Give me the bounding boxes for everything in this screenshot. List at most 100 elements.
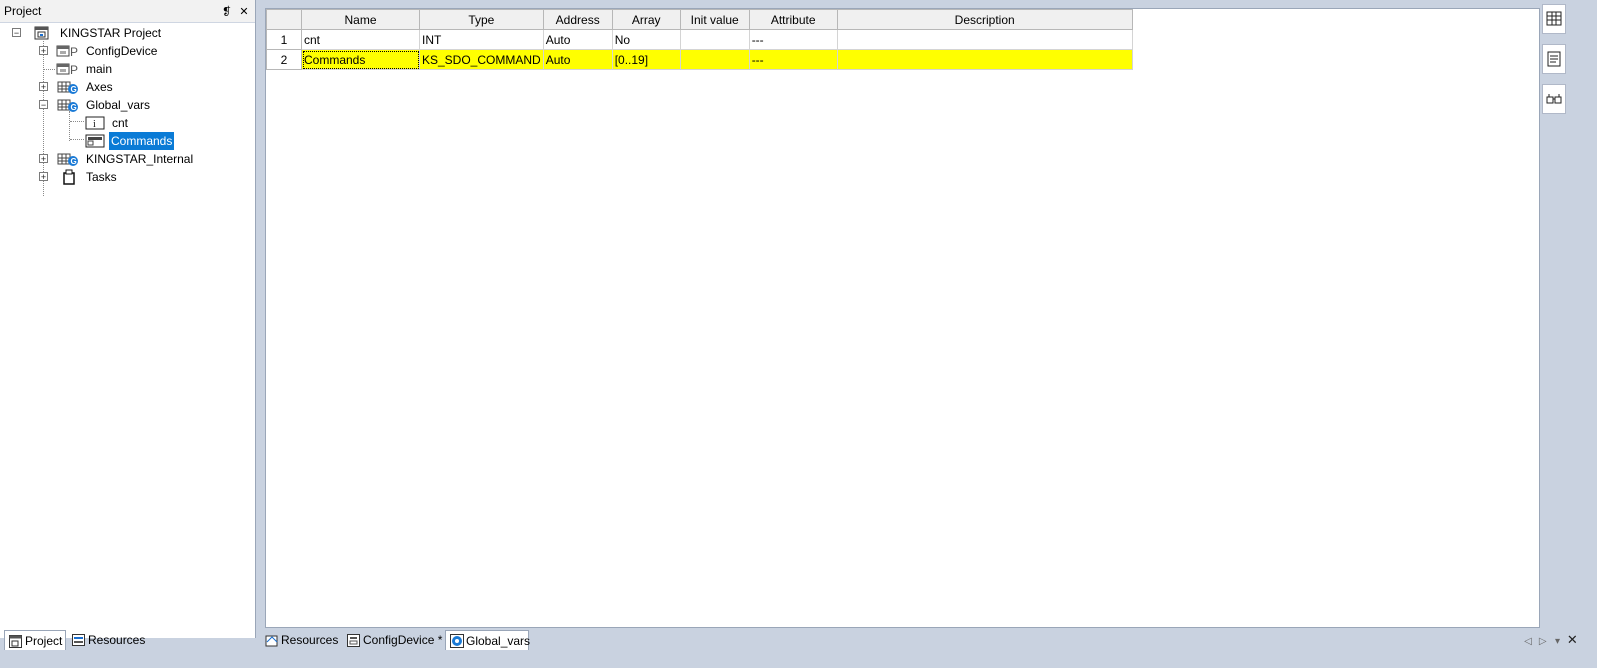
- svg-text:P: P: [70, 63, 78, 76]
- doc-tab-resources[interactable]: Resources: [261, 630, 341, 650]
- global-vars-icon: G: [57, 151, 78, 166]
- next-tab-icon[interactable]: ▷: [1537, 636, 1549, 647]
- tab-list-icon[interactable]: ▾: [1552, 636, 1564, 647]
- type-cell[interactable]: KS_SDO_COMMAND: [419, 49, 544, 70]
- expand-icon[interactable]: +: [39, 82, 48, 92]
- project-panel: Project ❡ ✕ − KINGSTAR Project + P Confi…: [0, 0, 256, 638]
- svg-text:i: i: [93, 119, 96, 130]
- tab-label: ConfigDevice *: [363, 633, 443, 647]
- tree-item-label: Commands: [109, 132, 175, 150]
- tab-project[interactable]: Project: [4, 630, 66, 650]
- tree-item-label: cnt: [112, 116, 129, 130]
- resources-icon: [72, 633, 85, 646]
- variable-editor: Name Type Address Array Init value Attri…: [265, 8, 1540, 628]
- tab-label: Global_vars: [466, 634, 531, 648]
- tab-label: Resources: [88, 633, 146, 647]
- tab-label: Resources: [281, 633, 339, 647]
- tree-item-commands[interactable]: Commands: [0, 132, 250, 150]
- tree-item-label: main: [86, 62, 113, 76]
- program-icon: [347, 633, 360, 647]
- text-view-icon: [1547, 51, 1561, 67]
- svg-text:G: G: [71, 157, 77, 166]
- tab-label: Project: [25, 634, 63, 648]
- tree-item-label: Axes: [86, 80, 113, 94]
- project-icon: [9, 634, 22, 648]
- array-cell[interactable]: [0..19]: [611, 49, 681, 70]
- int-var-icon: i: [85, 116, 105, 130]
- tree-item-label: Global_vars: [86, 98, 151, 112]
- address-cell[interactable]: Auto: [542, 49, 613, 70]
- right-toolbar: [1542, 0, 1568, 128]
- collapse-icon[interactable]: −: [12, 28, 21, 38]
- pin-icon[interactable]: ❡: [220, 1, 234, 23]
- column-header-name[interactable]: Name: [301, 9, 420, 30]
- column-header-array[interactable]: Array: [611, 9, 681, 30]
- svg-text:G: G: [71, 85, 77, 94]
- name-cell[interactable]: Commands: [301, 49, 420, 70]
- grid-view-button[interactable]: [1542, 4, 1566, 34]
- tree-item-tasks[interactable]: + Tasks: [0, 168, 250, 186]
- column-header-attribute[interactable]: Attribute: [748, 9, 838, 30]
- init-value-cell[interactable]: [679, 49, 750, 70]
- row-number-header: [266, 9, 302, 30]
- address-cell[interactable]: Auto: [542, 29, 613, 50]
- struct-var-icon: [85, 134, 105, 148]
- close-icon[interactable]: ✕: [237, 1, 251, 23]
- resources-icon: [265, 633, 278, 647]
- column-header-address[interactable]: Address: [542, 9, 613, 30]
- grid-view-icon: [1546, 11, 1562, 26]
- description-cell[interactable]: [836, 49, 1133, 70]
- row-number[interactable]: 1: [266, 29, 302, 50]
- table-header-row: Name Type Address Array Init value Attri…: [266, 9, 1133, 30]
- column-header-description[interactable]: Description: [836, 9, 1133, 30]
- tree-item-cnt[interactable]: i cnt: [0, 114, 250, 132]
- svg-text:G: G: [71, 103, 77, 112]
- array-cell[interactable]: No: [611, 29, 681, 50]
- program-icon: P: [56, 44, 78, 59]
- expand-icon[interactable]: +: [39, 154, 48, 164]
- expand-icon[interactable]: +: [39, 172, 48, 182]
- tree-item-label: ConfigDevice: [86, 44, 158, 58]
- svg-text:P: P: [70, 45, 78, 58]
- type-cell[interactable]: INT: [419, 29, 544, 50]
- description-cell[interactable]: [836, 29, 1133, 50]
- tree-item-kingstar-project[interactable]: − KINGSTAR Project: [0, 24, 250, 42]
- tree-item-global-vars[interactable]: − G Global_vars: [0, 96, 250, 114]
- tree-item-label: Tasks: [86, 170, 117, 184]
- row-number[interactable]: 2: [266, 49, 302, 70]
- project-panel-title: Project: [4, 4, 42, 18]
- tasks-icon: [62, 169, 80, 185]
- watch-button[interactable]: [1542, 84, 1566, 114]
- expand-icon[interactable]: +: [39, 46, 48, 56]
- table-row-selected[interactable]: 2 Commands KS_SDO_COMMAND Auto [0..19] -…: [266, 49, 1133, 70]
- binoculars-icon: [1546, 94, 1562, 104]
- tree-item-main[interactable]: P main: [0, 60, 250, 78]
- tab-resources[interactable]: Resources: [68, 630, 148, 650]
- tree-item-kingstar-internal[interactable]: + G KINGSTAR_Internal: [0, 150, 250, 168]
- table-row[interactable]: 1 cnt INT Auto No ---: [266, 29, 1133, 50]
- program-icon: P: [56, 62, 78, 77]
- close-document-icon[interactable]: ✕: [1566, 632, 1578, 648]
- global-vars-icon: [450, 634, 464, 648]
- tree-item-configdevice[interactable]: + P ConfigDevice: [0, 42, 250, 60]
- doc-tab-global-vars[interactable]: Global_vars: [445, 630, 531, 650]
- collapse-icon[interactable]: −: [39, 100, 48, 110]
- text-view-button[interactable]: [1542, 44, 1566, 74]
- global-vars-icon: G: [57, 97, 78, 112]
- global-vars-icon: G: [57, 79, 78, 94]
- name-cell[interactable]: cnt: [301, 29, 420, 50]
- attribute-cell[interactable]: ---: [748, 29, 838, 50]
- attribute-cell[interactable]: ---: [748, 49, 838, 70]
- doc-tab-configdevice[interactable]: ConfigDevice *: [343, 630, 443, 650]
- init-value-cell[interactable]: [679, 29, 750, 50]
- previous-tab-icon[interactable]: ◁: [1522, 636, 1534, 647]
- project-icon: [34, 26, 52, 40]
- variables-table: Name Type Address Array Init value Attri…: [266, 9, 1133, 70]
- column-header-init-value[interactable]: Init value: [679, 9, 750, 30]
- column-header-type[interactable]: Type: [419, 9, 544, 30]
- tree-item-axes[interactable]: + G Axes: [0, 78, 250, 96]
- project-panel-header: Project ❡ ✕: [0, 0, 255, 23]
- tree-item-label: KINGSTAR_Internal: [86, 152, 194, 166]
- tree-item-label: KINGSTAR Project: [60, 26, 162, 40]
- document-navigation: ◁ ▷ ▾ ✕: [1522, 632, 1578, 648]
